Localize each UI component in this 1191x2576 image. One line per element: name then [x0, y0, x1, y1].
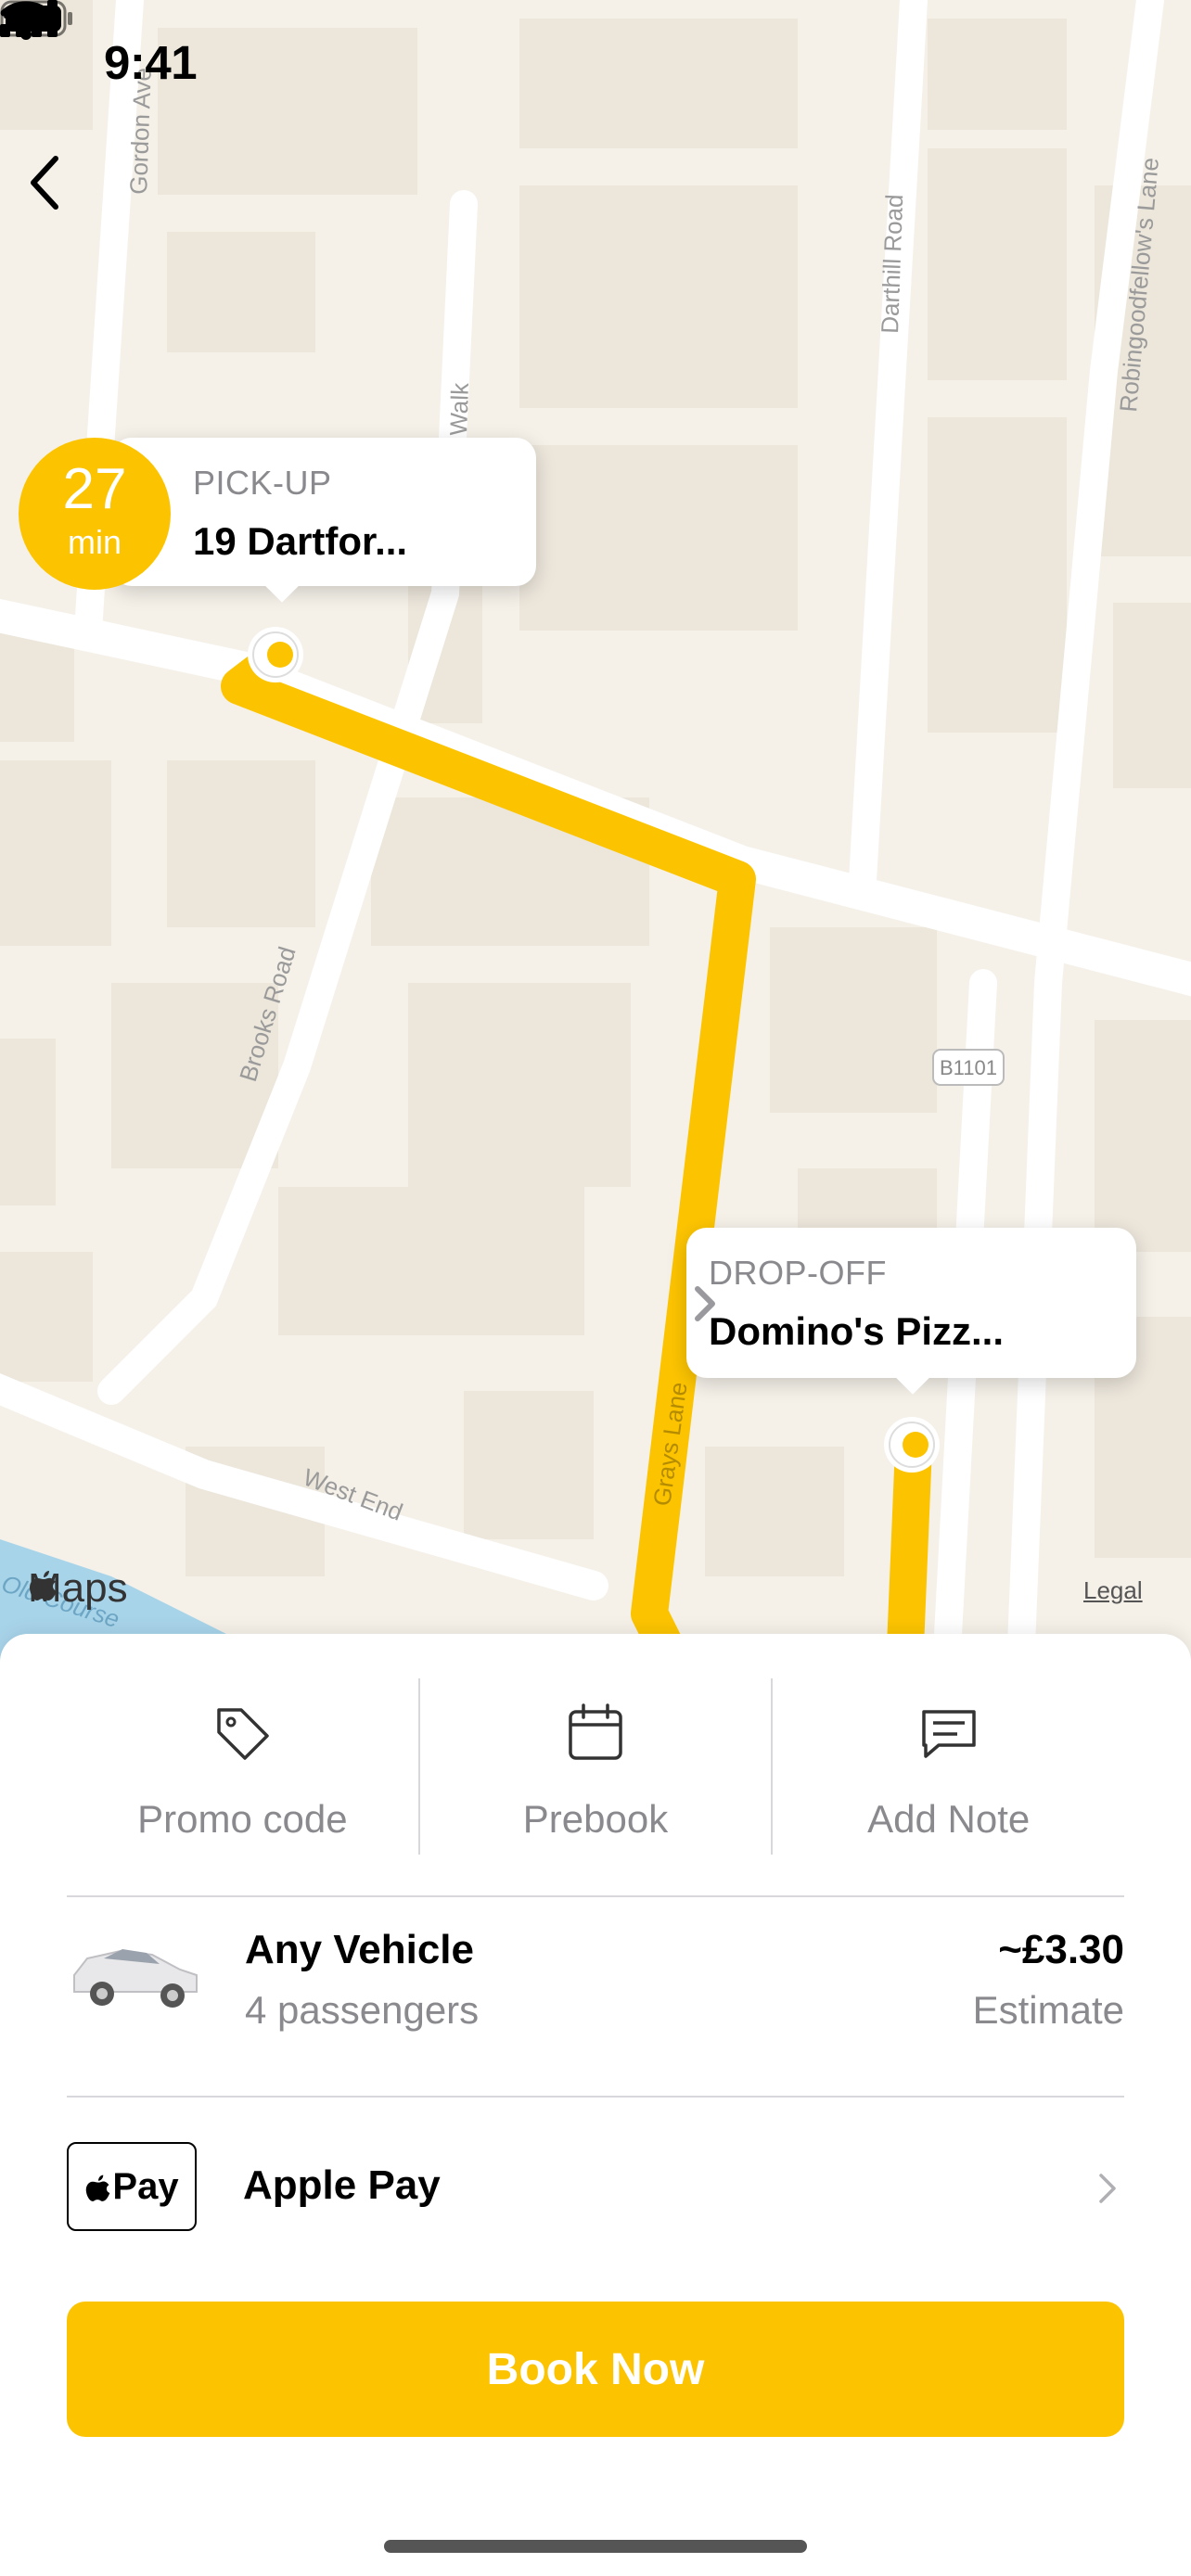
apple-logo-icon — [30, 1571, 57, 1600]
prebook-label: Prebook — [522, 1797, 669, 1841]
tag-icon — [217, 1708, 270, 1760]
apple-pay-badge: Pay — [67, 2142, 197, 2231]
eta-badge: 27 min — [19, 438, 171, 590]
road-shield-b1101: B1101 — [932, 1049, 1005, 1086]
booking-sheet: Promo code Prebook Add Note Any Vehicle … — [0, 1634, 1191, 2576]
fare-estimate-label: Estimate — [972, 1988, 1124, 2032]
map-view[interactable]: Gordon Ave Walk Darthill Road Robingoodf… — [0, 0, 1191, 1669]
eta-value: 27 — [62, 457, 127, 521]
maps-attribution: Maps — [28, 1565, 128, 1612]
eta-unit: min — [67, 523, 122, 561]
divider — [67, 1895, 1124, 1897]
book-now-button[interactable]: Book Now — [67, 2302, 1124, 2437]
apple-logo-icon — [86, 2174, 110, 2201]
dropoff-callout[interactable]: DROP-OFF Domino's Pizz... — [686, 1228, 1136, 1378]
back-button[interactable] — [26, 153, 100, 227]
vehicle-name: Any Vehicle — [245, 1927, 475, 1972]
action-row: Promo code Prebook Add Note — [67, 1678, 1124, 1855]
car-image — [73, 1949, 198, 2008]
vehicle-selector[interactable]: Any Vehicle 4 passengers ~£3.30 Estimate — [67, 1908, 1124, 2047]
divider — [67, 2096, 1124, 2098]
status-time: 9:41 — [104, 36, 198, 89]
prebook-button[interactable]: Prebook — [417, 1678, 772, 1855]
payment-method-label: Apple Pay — [243, 2162, 441, 2208]
home-indicator[interactable] — [384, 2540, 807, 2553]
fare-price: ~£3.30 — [998, 1927, 1124, 1972]
chevron-left-icon — [31, 156, 58, 210]
legal-link[interactable]: Legal — [1083, 1576, 1143, 1605]
map-canvas: Gordon Ave Walk Darthill Road Robingoodf… — [0, 0, 1191, 1669]
apple-pay-badge-text: Pay — [112, 2165, 179, 2207]
svg-text:B1101: B1101 — [940, 1056, 997, 1079]
note-icon — [921, 1710, 976, 1758]
add-note-label: Add Note — [867, 1797, 1031, 1841]
pickup-label: PICK-UP — [193, 464, 332, 502]
status-bar: 9:41 — [0, 0, 1191, 130]
pickup-address: 19 Dartfor... — [193, 519, 408, 563]
add-note-button[interactable]: Add Note — [771, 1678, 1124, 1855]
battery-icon — [0, 0, 72, 37]
street-label-walk: Walk — [444, 381, 474, 436]
vehicle-passengers: 4 passengers — [245, 1988, 480, 2032]
payment-method-row[interactable]: Pay Apple Pay — [67, 2142, 1124, 2244]
chevron-right-icon — [695, 1286, 715, 1321]
pickup-pin — [248, 627, 303, 682]
street-label-darthill: Darthill Road — [876, 194, 908, 334]
dropoff-address: Domino's Pizz... — [709, 1309, 1005, 1353]
promo-code-button[interactable]: Promo code — [67, 1678, 418, 1855]
pickup-callout[interactable]: PICK-UP 19 Dartfor... — [111, 438, 536, 586]
dropoff-label: DROP-OFF — [709, 1254, 887, 1292]
promo-code-label: Promo code — [137, 1797, 348, 1841]
dropoff-pin — [884, 1417, 940, 1473]
chevron-right-icon — [1099, 2174, 1116, 2203]
calendar-icon — [569, 1703, 622, 1760]
